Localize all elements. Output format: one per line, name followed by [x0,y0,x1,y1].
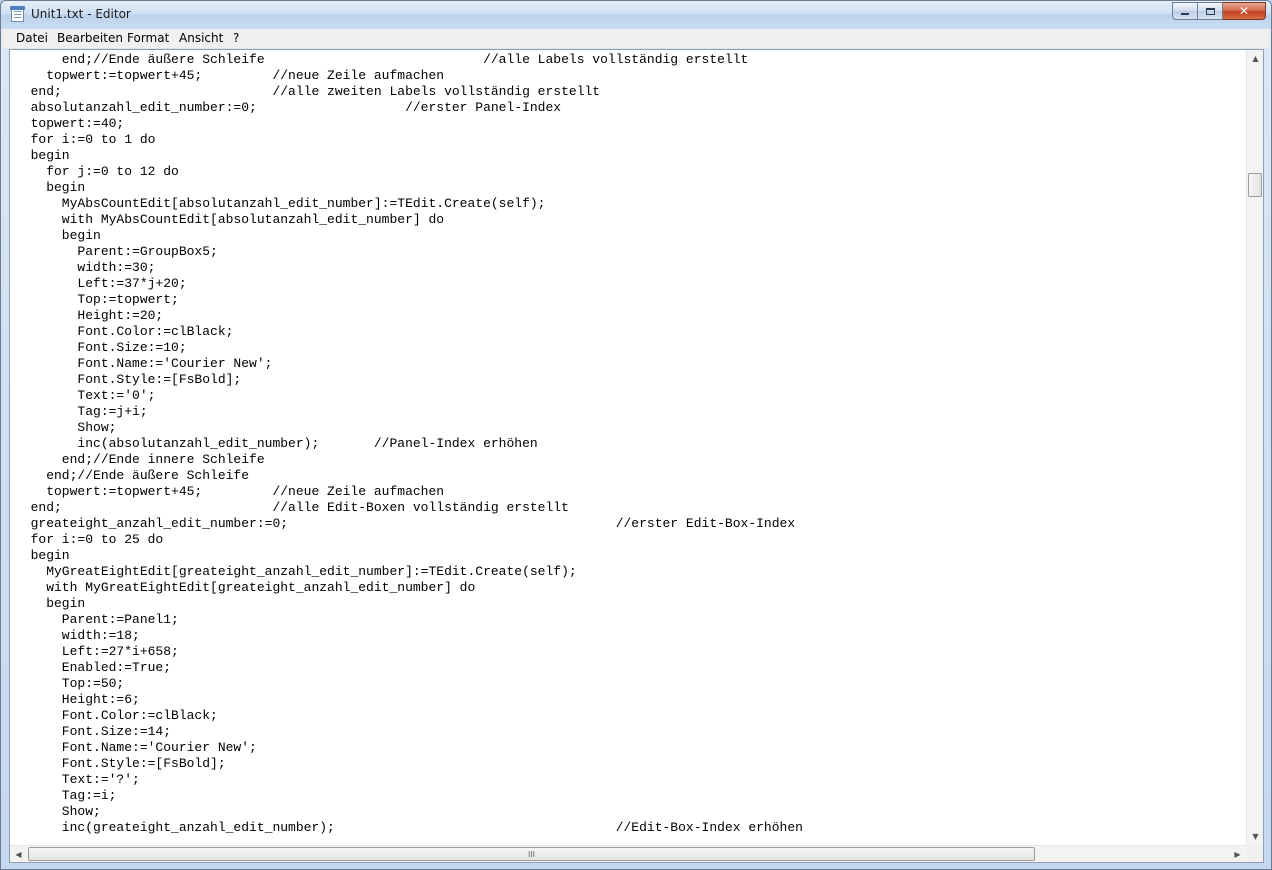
code-line: Text:='?'; [15,772,140,787]
window-title: Unit1.txt - Editor [31,7,131,21]
menu-bar: Datei Bearbeiten Format Ansicht ? [2,29,1270,49]
code-line: Text:='0'; [15,388,156,403]
vertical-scrollbar[interactable]: ▲ ▼ [1246,50,1263,845]
code-line: Top:=topwert; [15,292,179,307]
menu-format[interactable]: Format [127,31,169,45]
code-line: absolutanzahl_edit_number:=0; //erster P… [15,100,562,115]
horizontal-scrollbar[interactable]: ◀ III ▶ [10,845,1246,862]
horizontal-scroll-thumb[interactable]: III [28,847,1035,861]
menu-help[interactable]: ? [233,31,239,45]
code-line: Font.Name:='Courier New'; [15,356,273,371]
code-line: for i:=0 to 1 do [15,132,156,147]
menu-ansicht[interactable]: Ansicht [179,31,223,45]
close-button[interactable]: ✕ [1223,2,1266,20]
code-line: Font.Size:=10; [15,340,187,355]
code-line: end;//Ende äußere Schleife //alle Labels… [15,52,749,67]
code-line: begin [15,180,86,195]
code-line: Parent:=GroupBox5; [15,244,218,259]
code-line: Parent:=Panel1; [15,612,179,627]
title-bar[interactable]: Unit1.txt - Editor ✕ [1,1,1271,29]
scroll-left-icon[interactable]: ◀ [10,846,27,863]
code-line: Enabled:=True; [15,660,172,675]
code-line: Tag:=i; [15,788,117,803]
close-icon: ✕ [1238,4,1250,18]
code-line: Left:=37*j+20; [15,276,187,291]
code-line: begin [15,148,70,163]
code-line: begin [15,228,101,243]
scroll-up-icon[interactable]: ▲ [1247,50,1264,67]
code-line: Font.Style:=[FsBold]; [15,372,242,387]
code-line: Font.Color:=clBlack; [15,324,234,339]
code-line: Height:=6; [15,692,140,707]
scrollbar-corner [1246,845,1263,862]
grip-icon: III [527,849,536,859]
code-line: end; //alle Edit-Boxen vollständig erste… [15,500,569,515]
editor-window: Unit1.txt - Editor ✕ Datei Bearbeiten Fo… [0,0,1272,870]
code-line: for j:=0 to 12 do [15,164,179,179]
code-line: topwert:=topwert+45; //neue Zeile aufmac… [15,68,445,83]
minimize-icon [1181,13,1189,15]
notepad-icon[interactable] [10,6,25,22]
code-line: Font.Name:='Courier New'; [15,740,257,755]
text-area[interactable]: end;//Ende äußere Schleife //alle Labels… [10,50,1246,845]
code-line: topwert:=40; [15,116,125,131]
maximize-icon [1205,7,1215,15]
maximize-button[interactable] [1198,2,1223,20]
scroll-right-icon[interactable]: ▶ [1229,846,1246,863]
code-line: Left:=27*i+658; [15,644,179,659]
code-line: inc(absolutanzahl_edit_number); //Panel-… [15,436,538,451]
code-line: MyGreatEightEdit[greateight_anzahl_edit_… [15,564,577,579]
code-line: Top:=50; [15,676,125,691]
code-line: MyAbsCountEdit[absolutanzahl_edit_number… [15,196,546,211]
code-content[interactable]: end;//Ende äußere Schleife //alle Labels… [10,50,1246,836]
menu-datei[interactable]: Datei [16,31,48,45]
code-line: Show; [15,420,117,435]
code-line: begin [15,596,86,611]
code-line: end;//Ende äußere Schleife [15,468,250,483]
minimize-button[interactable] [1172,2,1198,20]
code-line: width:=30; [15,260,156,275]
vertical-scroll-thumb[interactable] [1248,173,1262,197]
code-line: Height:=20; [15,308,164,323]
code-line: Font.Color:=clBlack; [15,708,218,723]
scroll-down-icon[interactable]: ▼ [1247,828,1264,845]
code-line: greateight_anzahl_edit_number:=0; //erst… [15,516,796,531]
code-line: width:=18; [15,628,140,643]
code-line: Font.Style:=[FsBold]; [15,756,226,771]
code-line: for i:=0 to 25 do [15,532,164,547]
code-line: end; //alle zweiten Labels vollständig e… [15,84,601,99]
menu-bearbeiten[interactable]: Bearbeiten [57,31,123,45]
code-line: topwert:=topwert+45; //neue Zeile aufmac… [15,484,445,499]
code-line: end;//Ende innere Schleife [15,452,265,467]
code-line: Tag:=j+i; [15,404,148,419]
window-controls: ✕ [1172,2,1266,20]
code-line: Show; [15,804,101,819]
text-editor: end;//Ende äußere Schleife //alle Labels… [9,49,1264,863]
code-line: with MyAbsCountEdit[absolutanzahl_edit_n… [15,212,445,227]
code-line: Font.Size:=14; [15,724,172,739]
code-line: begin [15,548,70,563]
code-line: with MyGreatEightEdit[greateight_anzahl_… [15,580,476,595]
code-line: inc(greateight_anzahl_edit_number); //Ed… [15,820,803,835]
